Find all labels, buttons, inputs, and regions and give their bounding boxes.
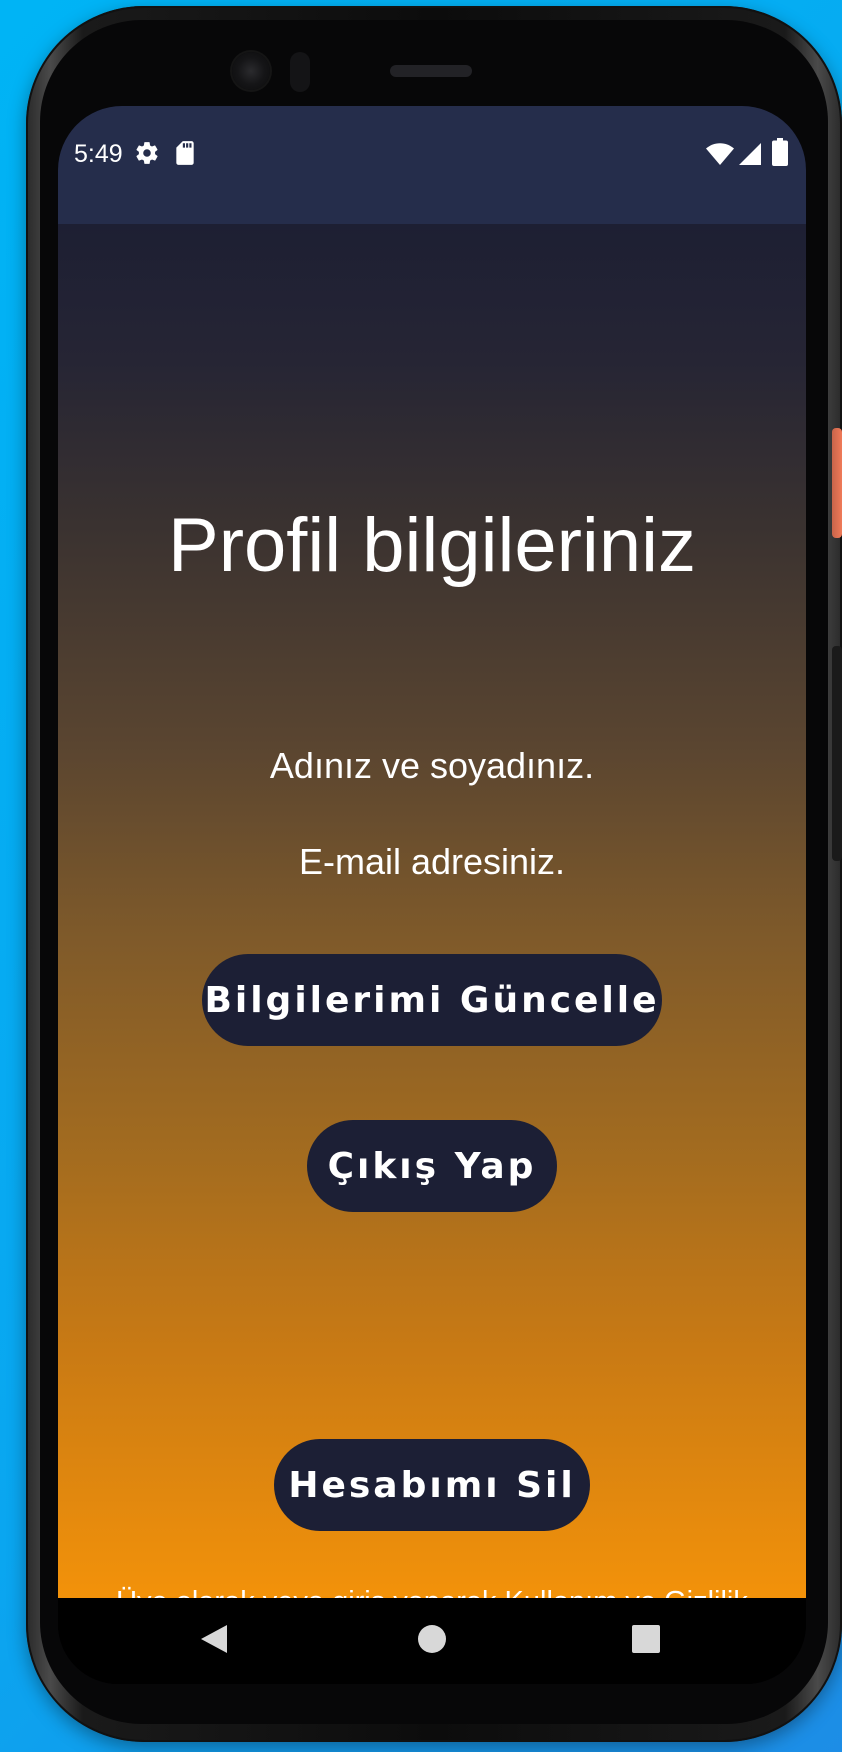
profile-screen: Profil bilgileriniz Adınız ve soyadınız.… [58, 224, 806, 1654]
wifi-icon [706, 142, 734, 171]
status-time: 5:49 [74, 140, 123, 168]
power-button[interactable] [832, 428, 842, 538]
sd-card-icon [174, 140, 196, 171]
settings-icon [134, 140, 160, 171]
navigation-bar [58, 1598, 806, 1684]
home-icon [417, 1624, 447, 1659]
logout-button[interactable]: Çıkış Yap [307, 1120, 557, 1212]
earpiece-speaker [390, 65, 472, 77]
phone-screen: 5:49 Profil bilgileriniz Adınız ve soyad… [58, 106, 806, 1684]
volume-button[interactable] [832, 646, 842, 861]
recents-icon [631, 1624, 661, 1659]
front-camera [232, 52, 270, 90]
user-name-text: Adınız ve soyadınız. [269, 745, 595, 786]
user-email-text: E-mail adresiniz. [298, 841, 566, 882]
update-info-button[interactable]: Bilgilerimi Güncelle [202, 954, 662, 1046]
back-icon [199, 1623, 229, 1660]
delete-account-button[interactable]: Hesabımı Sil [274, 1439, 590, 1531]
camera-sensor [290, 52, 310, 92]
status-bar: 5:49 [58, 106, 806, 224]
battery-icon [772, 138, 788, 171]
back-button[interactable] [164, 1598, 264, 1684]
recents-button[interactable] [596, 1598, 696, 1684]
home-button[interactable] [382, 1598, 482, 1684]
page-title: Profil bilgileriniz [168, 503, 696, 588]
cell-signal-icon [738, 142, 762, 171]
